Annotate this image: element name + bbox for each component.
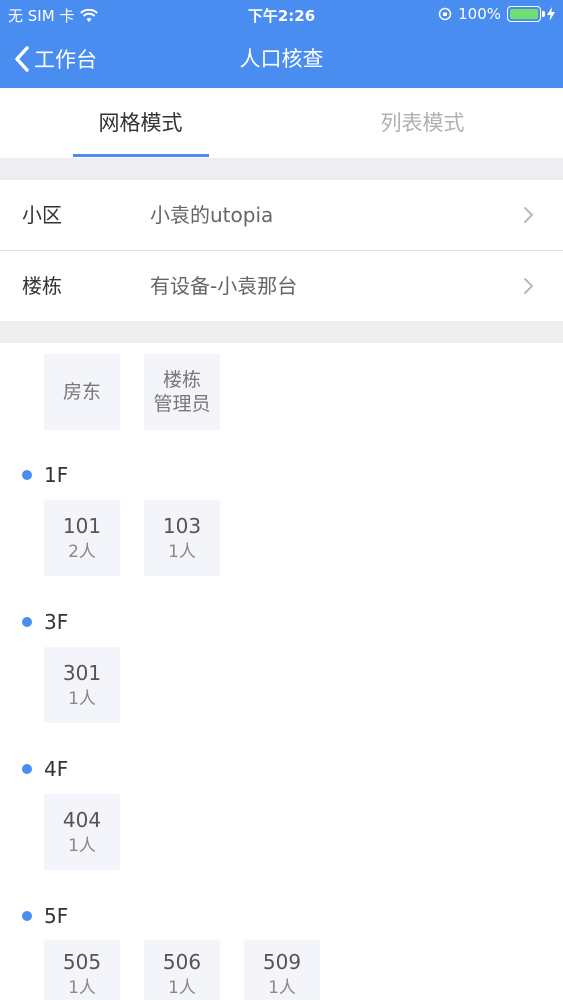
nav-bar: 工作台 人口核查 xyxy=(0,30,563,88)
floor-label: 4F xyxy=(44,757,69,781)
building-value: 有设备-小袁那台 xyxy=(150,274,298,298)
unit-count: 1人 xyxy=(68,836,96,856)
community-label: 小区 xyxy=(22,203,62,227)
orientation-lock-icon xyxy=(438,7,452,21)
status-bar: 无 SIM 卡 下午2:26 100% xyxy=(0,0,563,30)
floor-dot xyxy=(22,911,32,921)
unit-room: 505 xyxy=(62,950,102,974)
unit-room: 301 xyxy=(62,661,102,685)
chevron-right-icon xyxy=(524,207,533,223)
unit-count: 1人 xyxy=(68,978,96,998)
manager-label-line2: 管理员 xyxy=(153,393,211,415)
floor-dot xyxy=(22,764,32,774)
floor-label: 3F xyxy=(44,610,69,634)
unit-tile[interactable]: 509 1人 xyxy=(244,940,320,1000)
unit-count: 1人 xyxy=(168,542,196,562)
floor-dot xyxy=(22,470,32,480)
floor-header-3f: 3F xyxy=(22,610,68,634)
unit-room: 404 xyxy=(62,808,102,832)
active-tab-indicator xyxy=(73,154,209,157)
chevron-right-icon xyxy=(524,278,533,294)
floor-header-1f: 1F xyxy=(22,463,68,487)
landlord-tile[interactable]: 房东 xyxy=(44,354,120,430)
unit-tile[interactable]: 506 1人 xyxy=(144,940,220,1000)
battery-icon xyxy=(507,6,545,22)
manager-label-line1: 楼栋 xyxy=(162,369,201,391)
tab-list-mode[interactable]: 列表模式 xyxy=(282,88,563,158)
floor-dot xyxy=(22,617,32,627)
floor-header-4f: 4F xyxy=(22,757,68,781)
section-separator xyxy=(0,158,563,180)
unit-room: 101 xyxy=(62,514,102,538)
floor-header-5f: 5F xyxy=(22,904,68,928)
building-label: 楼栋 xyxy=(22,274,62,298)
community-selector[interactable]: 小区 小袁的utopia xyxy=(0,180,563,250)
section-separator xyxy=(0,321,563,343)
tab-grid-mode[interactable]: 网格模式 xyxy=(0,88,281,158)
unit-tile[interactable]: 404 1人 xyxy=(44,794,120,870)
mode-tabs: 网格模式 列表模式 xyxy=(0,88,563,158)
unit-room: 506 xyxy=(162,950,202,974)
battery-percent: 100% xyxy=(458,5,501,23)
unit-count: 2人 xyxy=(68,542,96,562)
unit-tile[interactable]: 505 1人 xyxy=(44,940,120,1000)
unit-tile[interactable]: 101 2人 xyxy=(44,500,120,576)
charging-icon xyxy=(547,7,555,21)
unit-tile[interactable]: 103 1人 xyxy=(144,500,220,576)
unit-count: 1人 xyxy=(68,689,96,709)
floor-label: 1F xyxy=(44,463,69,487)
status-right: 100% xyxy=(438,5,555,23)
floor-label: 5F xyxy=(44,904,69,928)
unit-count: 1人 xyxy=(268,978,296,998)
building-manager-tile[interactable]: 楼栋 管理员 xyxy=(144,354,220,430)
landlord-label: 房东 xyxy=(62,381,101,403)
page-title: 人口核查 xyxy=(239,47,324,71)
community-value: 小袁的utopia xyxy=(150,203,274,227)
unit-tile[interactable]: 301 1人 xyxy=(44,647,120,723)
unit-count: 1人 xyxy=(168,978,196,998)
unit-room: 509 xyxy=(262,950,302,974)
building-selector[interactable]: 楼栋 有设备-小袁那台 xyxy=(0,251,563,321)
unit-room: 103 xyxy=(162,514,202,538)
